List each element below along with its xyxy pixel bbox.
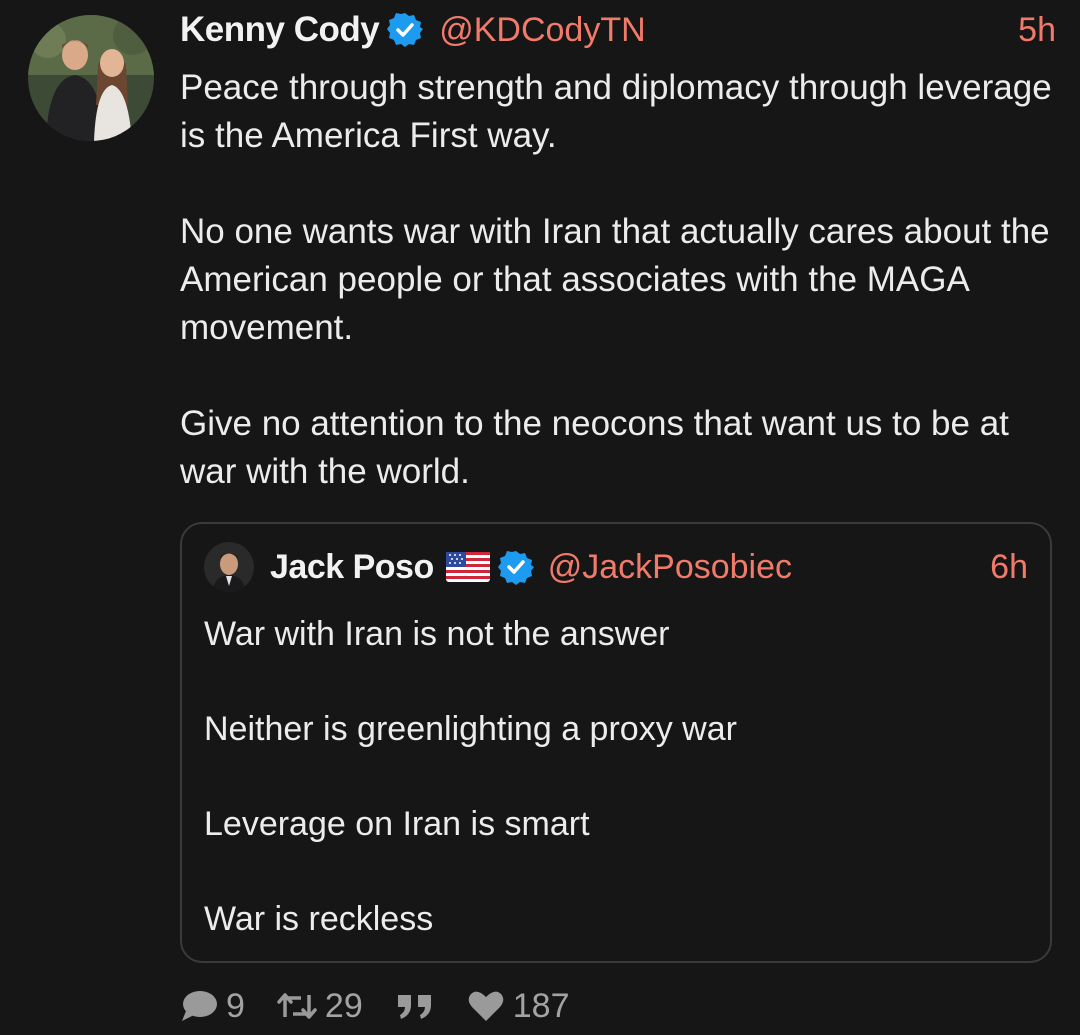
author-name[interactable]: Kenny Cody bbox=[180, 10, 380, 50]
quoted-paragraph: War with Iran is not the answer bbox=[204, 615, 670, 653]
post-timestamp[interactable]: 5h bbox=[1018, 11, 1056, 50]
like-button[interactable]: 187 bbox=[467, 986, 570, 1026]
quoted-paragraph: Leverage on Iran is smart bbox=[204, 805, 590, 843]
action-bar: 9 29 187 bbox=[180, 984, 601, 1028]
post-paragraph: Peace through strength and diplomacy thr… bbox=[180, 68, 1062, 155]
quoted-author-handle[interactable]: @JackPosobiec bbox=[548, 548, 792, 587]
quoted-paragraph: Neither is greenlighting a proxy war bbox=[204, 710, 737, 748]
repost-count: 29 bbox=[324, 986, 363, 1025]
quoted-post-timestamp[interactable]: 6h bbox=[990, 548, 1028, 587]
post-header: Kenny Cody @KDCodyTN 5h bbox=[180, 8, 1056, 52]
us-flag-icon bbox=[445, 552, 490, 582]
repost-button[interactable]: 29 bbox=[277, 987, 363, 1026]
author-avatar[interactable] bbox=[28, 15, 154, 141]
post-text: Peace through strength and diplomacy thr… bbox=[180, 64, 1056, 496]
post-paragraph: No one wants war with Iran that actually… bbox=[180, 212, 1058, 347]
like-count: 187 bbox=[512, 986, 570, 1025]
repost-icon bbox=[277, 990, 317, 1022]
post-paragraph: Give no attention to the neocons that wa… bbox=[180, 404, 1019, 491]
reply-icon bbox=[180, 989, 218, 1023]
verified-badge-icon bbox=[387, 12, 424, 48]
quoted-paragraph: War is reckless bbox=[204, 900, 434, 938]
quoted-post-text: War with Iran is not the answer Neither … bbox=[204, 610, 1028, 943]
reply-button[interactable]: 9 bbox=[180, 987, 245, 1026]
quote-button[interactable] bbox=[395, 991, 435, 1021]
quoted-post-header: Jack Poso @JackPosobiec 6h bbox=[204, 542, 1028, 592]
quoted-author-name[interactable]: Jack Poso bbox=[270, 548, 434, 587]
reply-count: 9 bbox=[226, 986, 245, 1025]
quoted-author-avatar[interactable] bbox=[204, 542, 254, 592]
post: Kenny Cody @KDCodyTN 5h Peace through st… bbox=[0, 0, 1080, 1035]
heart-icon bbox=[467, 989, 505, 1023]
verified-badge-icon bbox=[497, 549, 534, 585]
author-handle[interactable]: @KDCodyTN bbox=[439, 11, 645, 50]
quoted-post[interactable]: Jack Poso @JackPosobiec 6h War with Iran… bbox=[180, 522, 1052, 963]
quote-icon bbox=[395, 991, 435, 1021]
